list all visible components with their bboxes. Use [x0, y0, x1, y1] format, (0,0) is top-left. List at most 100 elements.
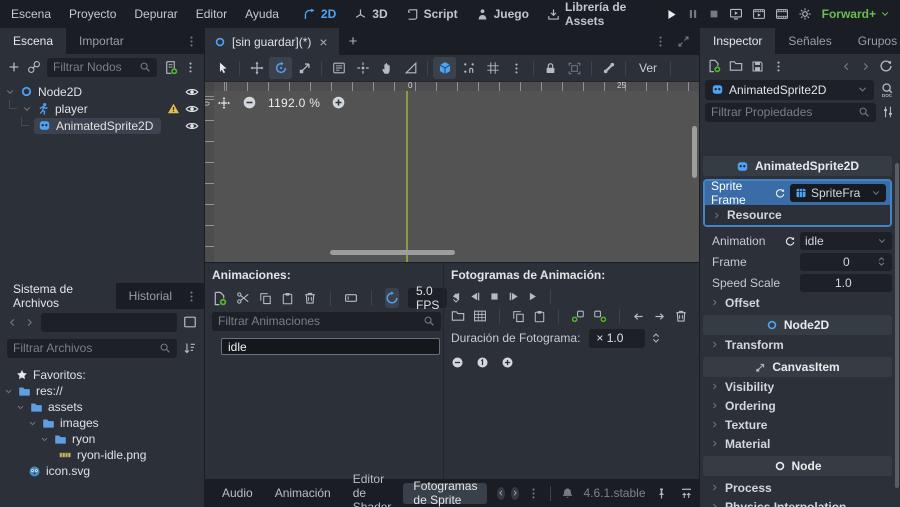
play-icon[interactable]: [527, 291, 538, 302]
paste-frame-icon[interactable]: [533, 310, 546, 323]
skeleton-options-button[interactable]: [597, 57, 620, 79]
group-selected-button[interactable]: [563, 57, 586, 79]
animation-value[interactable]: idle: [800, 231, 892, 250]
rotate-mode-button[interactable]: [269, 57, 292, 79]
copy-icon[interactable]: [259, 292, 272, 305]
distraction-free-icon[interactable]: [677, 35, 690, 48]
revert-icon[interactable]: [784, 235, 796, 247]
move-mode-button[interactable]: [245, 57, 268, 79]
center-view-icon[interactable]: [217, 96, 231, 110]
group-material[interactable]: Material: [703, 434, 892, 453]
fps-value[interactable]: 5.0 FPS: [408, 284, 448, 312]
group-ordering[interactable]: Ordering: [703, 396, 892, 415]
run-settings-icon[interactable]: [798, 7, 812, 21]
revert-icon[interactable]: [774, 187, 786, 199]
nav-forward-icon[interactable]: [24, 317, 35, 328]
smart-snap-button[interactable]: [433, 57, 456, 79]
autoplay-loop-button[interactable]: [385, 288, 399, 308]
zoom-level[interactable]: 1192.0 %: [268, 96, 320, 110]
select-mode-button[interactable]: [211, 57, 234, 79]
frame-spinner-icon[interactable]: [876, 256, 887, 267]
path-input[interactable]: [47, 315, 171, 329]
inspector-scrollbar[interactable]: [895, 163, 899, 488]
new-scene-tab-button[interactable]: +: [339, 33, 368, 50]
menu-escena[interactable]: Escena: [2, 0, 60, 28]
notifications-bell-icon[interactable]: [561, 487, 574, 500]
menu-editor[interactable]: Editor: [187, 0, 236, 28]
split-mode-icon[interactable]: [183, 315, 197, 329]
load-resource-button[interactable]: [729, 59, 743, 73]
frames-zoom-out-icon[interactable]: [451, 356, 464, 369]
bottom-tab-audio[interactable]: Audio: [212, 483, 263, 504]
filter-animations-input[interactable]: [218, 314, 419, 328]
renderer-selector[interactable]: Forward+: [822, 7, 890, 21]
tree-row-animatedsprite2d[interactable]: AnimatedSprite2D: [0, 117, 204, 134]
delete-frame-icon[interactable]: [674, 309, 688, 323]
lock-selected-button[interactable]: [539, 57, 562, 79]
pin-bottom-panel-icon[interactable]: [655, 487, 668, 500]
tab-sistema-de-archivos[interactable]: Sistema de Archivos: [0, 282, 116, 310]
scene-dock-menu-icon[interactable]: [185, 35, 204, 48]
menu-proyecto[interactable]: Proyecto: [60, 0, 125, 28]
tree-row-assets[interactable]: assets: [0, 399, 204, 415]
frame-value[interactable]: 0: [800, 252, 892, 271]
tree-row-ryon-idle-png[interactable]: ryon-idle.png: [0, 447, 204, 463]
group-resource[interactable]: Resource: [705, 205, 890, 225]
filter-files-input[interactable]: [13, 341, 155, 355]
filter-properties-input[interactable]: [711, 105, 854, 119]
instance-scene-button[interactable]: [27, 60, 41, 74]
tab-importar[interactable]: Importar: [66, 28, 137, 54]
menu-depurar[interactable]: Depurar: [125, 0, 186, 28]
menu-ayuda[interactable]: Ayuda: [236, 0, 288, 28]
workspace-3d[interactable]: 3D: [345, 7, 396, 21]
sprite-frames-value[interactable]: SpriteFra: [790, 184, 886, 202]
vertical-scrollbar[interactable]: [692, 126, 697, 178]
show-selection-list-button[interactable]: [327, 57, 350, 79]
scene-tab-sin-guardar[interactable]: [sin guardar](*) ×: [205, 28, 339, 55]
class-header-node[interactable]: Node: [703, 456, 892, 476]
tab-list-menu-icon[interactable]: [654, 35, 667, 48]
workspace-juego[interactable]: Juego: [467, 7, 538, 21]
edit-history-icon[interactable]: [879, 59, 893, 73]
rename-icon[interactable]: [344, 291, 358, 305]
version-label[interactable]: 4.6.1.stable: [583, 486, 645, 500]
class-header-canvasitem[interactable]: CanvasItem: [703, 357, 892, 377]
bottom-prev-button[interactable]: [497, 486, 506, 500]
bottom-menu-icon[interactable]: [527, 487, 540, 500]
selected-node[interactable]: AnimatedSprite2D: [34, 117, 162, 134]
expand-caret-icon[interactable]: [22, 104, 32, 114]
expand-caret-icon[interactable]: [28, 419, 37, 428]
tab-historial[interactable]: Historial: [116, 283, 185, 309]
view-menu-button[interactable]: Ver: [631, 57, 665, 79]
frames-zoom-reset-icon[interactable]: [476, 356, 489, 369]
move-frame-left-icon[interactable]: [632, 310, 645, 323]
tab-escena[interactable]: Escena: [0, 28, 67, 54]
tree-row-player[interactable]: player: [0, 100, 204, 117]
play-from-start-icon[interactable]: [508, 291, 519, 302]
visibility-eye-icon[interactable]: [185, 119, 199, 133]
expand-caret-icon[interactable]: [4, 387, 13, 396]
copy-frame-icon[interactable]: [512, 310, 525, 323]
open-docs-icon[interactable]: DOC: [879, 82, 895, 98]
remote-debug-icon[interactable]: [729, 7, 743, 21]
group-offset[interactable]: Offset: [703, 293, 892, 312]
bottom-next-button[interactable]: [511, 486, 520, 500]
visibility-eye-icon[interactable]: [185, 102, 199, 116]
tree-row-res[interactable]: res://: [0, 383, 204, 399]
bottom-tab-fotogramas-de-sprite[interactable]: Fotogramas de Sprite: [403, 479, 488, 507]
movie-maker-icon[interactable]: [775, 7, 789, 21]
resource-menu-icon[interactable]: [772, 60, 785, 73]
stop-button[interactable]: [708, 8, 720, 20]
tree-row-node2d[interactable]: Node2D: [0, 83, 204, 100]
workspace-script[interactable]: Script: [397, 7, 467, 21]
move-pivot-button[interactable]: [351, 57, 374, 79]
zoom-out-icon[interactable]: [242, 95, 257, 110]
visibility-eye-icon[interactable]: [185, 85, 199, 99]
inspected-node-selector[interactable]: AnimatedSprite2D: [705, 79, 874, 100]
speed-scale-value[interactable]: 1.0: [800, 273, 892, 292]
bottom-tab-editor-de-shader[interactable]: Editor de Shader: [343, 472, 402, 507]
group-physics-interpolation[interactable]: Physics Interpolation: [703, 497, 892, 507]
class-header-node2d[interactable]: Node2D: [703, 315, 892, 335]
bottom-tab-animacion[interactable]: Animación: [265, 483, 341, 504]
pause-button[interactable]: [687, 8, 699, 20]
